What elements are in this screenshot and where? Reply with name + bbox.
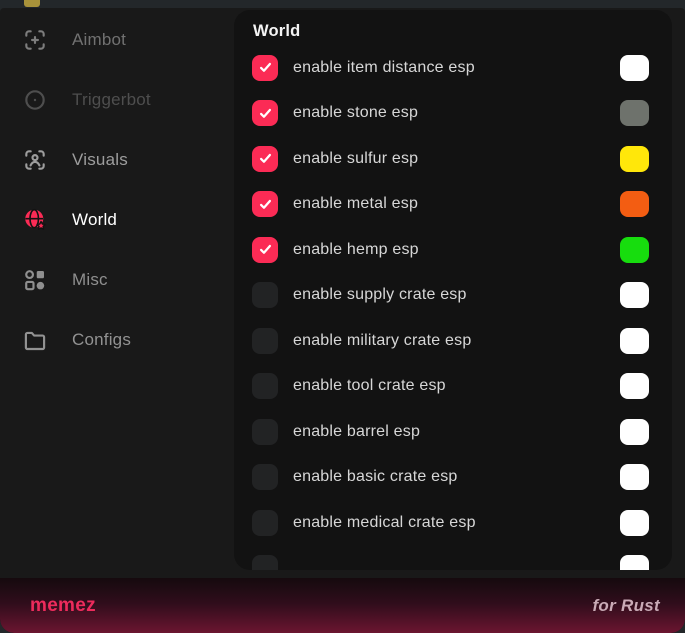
esp-row-label: enable stone esp (293, 104, 620, 122)
esp-options-list: enable item distance esp enable stone es… (252, 45, 660, 570)
sidebar-item-label: Configs (72, 330, 131, 350)
esp-row: enable metal esp (252, 182, 660, 228)
esp-row (252, 546, 660, 571)
esp-color-swatch[interactable] (620, 191, 649, 217)
esp-row: enable item distance esp (252, 45, 660, 91)
esp-row: enable basic crate esp (252, 455, 660, 501)
esp-row-label: enable metal esp (293, 195, 620, 213)
folder-icon (22, 327, 48, 353)
background-strip (0, 0, 685, 8)
esp-checkbox[interactable] (252, 100, 278, 126)
esp-checkbox[interactable] (252, 555, 278, 570)
esp-color-swatch[interactable] (620, 464, 649, 490)
crosshair-focus-icon (22, 27, 48, 53)
esp-row-label: enable tool crate esp (293, 377, 620, 395)
esp-row-label: enable medical crate esp (293, 514, 620, 532)
esp-row: enable supply crate esp (252, 273, 660, 319)
esp-checkbox[interactable] (252, 510, 278, 536)
esp-color-swatch[interactable] (620, 146, 649, 172)
esp-row-label: enable barrel esp (293, 423, 620, 441)
sidebar-item-label: Triggerbot (72, 90, 151, 110)
background-artifact (24, 0, 40, 7)
sidebar-item-misc[interactable]: Misc (0, 250, 234, 310)
sidebar-item-label: World (72, 210, 117, 230)
esp-color-swatch[interactable] (620, 419, 649, 445)
esp-color-swatch[interactable] (620, 237, 649, 263)
esp-row: enable tool crate esp (252, 364, 660, 410)
footer-tagline: for Rust (592, 596, 660, 616)
esp-color-swatch[interactable] (620, 55, 649, 81)
esp-row-label: enable hemp esp (293, 241, 620, 259)
esp-checkbox[interactable] (252, 464, 278, 490)
panel-title: World (253, 22, 660, 41)
esp-color-swatch[interactable] (620, 555, 649, 570)
sidebar: Aimbot Triggerbot Visuals World Misc Con… (0, 10, 234, 370)
esp-row: enable military crate esp (252, 318, 660, 364)
esp-row-label: enable military crate esp (293, 332, 620, 350)
esp-row-label: enable basic crate esp (293, 468, 620, 486)
sidebar-item-label: Aimbot (72, 30, 126, 50)
footer-bar: memez for Rust (0, 578, 685, 633)
esp-checkbox[interactable] (252, 191, 278, 217)
esp-checkbox[interactable] (252, 373, 278, 399)
esp-row: enable medical crate esp (252, 500, 660, 546)
esp-row-label: enable sulfur esp (293, 150, 620, 168)
sidebar-item-world[interactable]: World (0, 190, 234, 250)
esp-color-swatch[interactable] (620, 100, 649, 126)
target-circle-icon (22, 87, 48, 113)
esp-color-swatch[interactable] (620, 510, 649, 536)
screen: Aimbot Triggerbot Visuals World Misc Con… (0, 0, 685, 633)
world-panel: World enable item distance esp enable st… (234, 10, 672, 570)
globe-star-icon (22, 207, 48, 233)
cheat-menu-window: Aimbot Triggerbot Visuals World Misc Con… (0, 8, 685, 633)
esp-row: enable sulfur esp (252, 136, 660, 182)
esp-row: enable barrel esp (252, 409, 660, 455)
esp-row: enable hemp esp (252, 227, 660, 273)
esp-checkbox[interactable] (252, 328, 278, 354)
sidebar-item-visuals[interactable]: Visuals (0, 130, 234, 190)
sidebar-item-aimbot[interactable]: Aimbot (0, 10, 234, 70)
grid-shapes-icon (22, 267, 48, 293)
sidebar-item-label: Visuals (72, 150, 128, 170)
esp-color-swatch[interactable] (620, 373, 649, 399)
esp-checkbox[interactable] (252, 419, 278, 445)
sidebar-item-configs[interactable]: Configs (0, 310, 234, 370)
esp-row: enable stone esp (252, 91, 660, 137)
esp-checkbox[interactable] (252, 55, 278, 81)
esp-color-swatch[interactable] (620, 282, 649, 308)
esp-row-label: enable item distance esp (293, 59, 620, 77)
esp-checkbox[interactable] (252, 282, 278, 308)
sidebar-item-triggerbot[interactable]: Triggerbot (0, 70, 234, 130)
esp-checkbox[interactable] (252, 146, 278, 172)
esp-color-swatch[interactable] (620, 328, 649, 354)
esp-row-label: enable supply crate esp (293, 286, 620, 304)
esp-checkbox[interactable] (252, 237, 278, 263)
brand-name: memez (30, 595, 96, 617)
person-scan-icon (22, 147, 48, 173)
sidebar-item-label: Misc (72, 270, 108, 290)
